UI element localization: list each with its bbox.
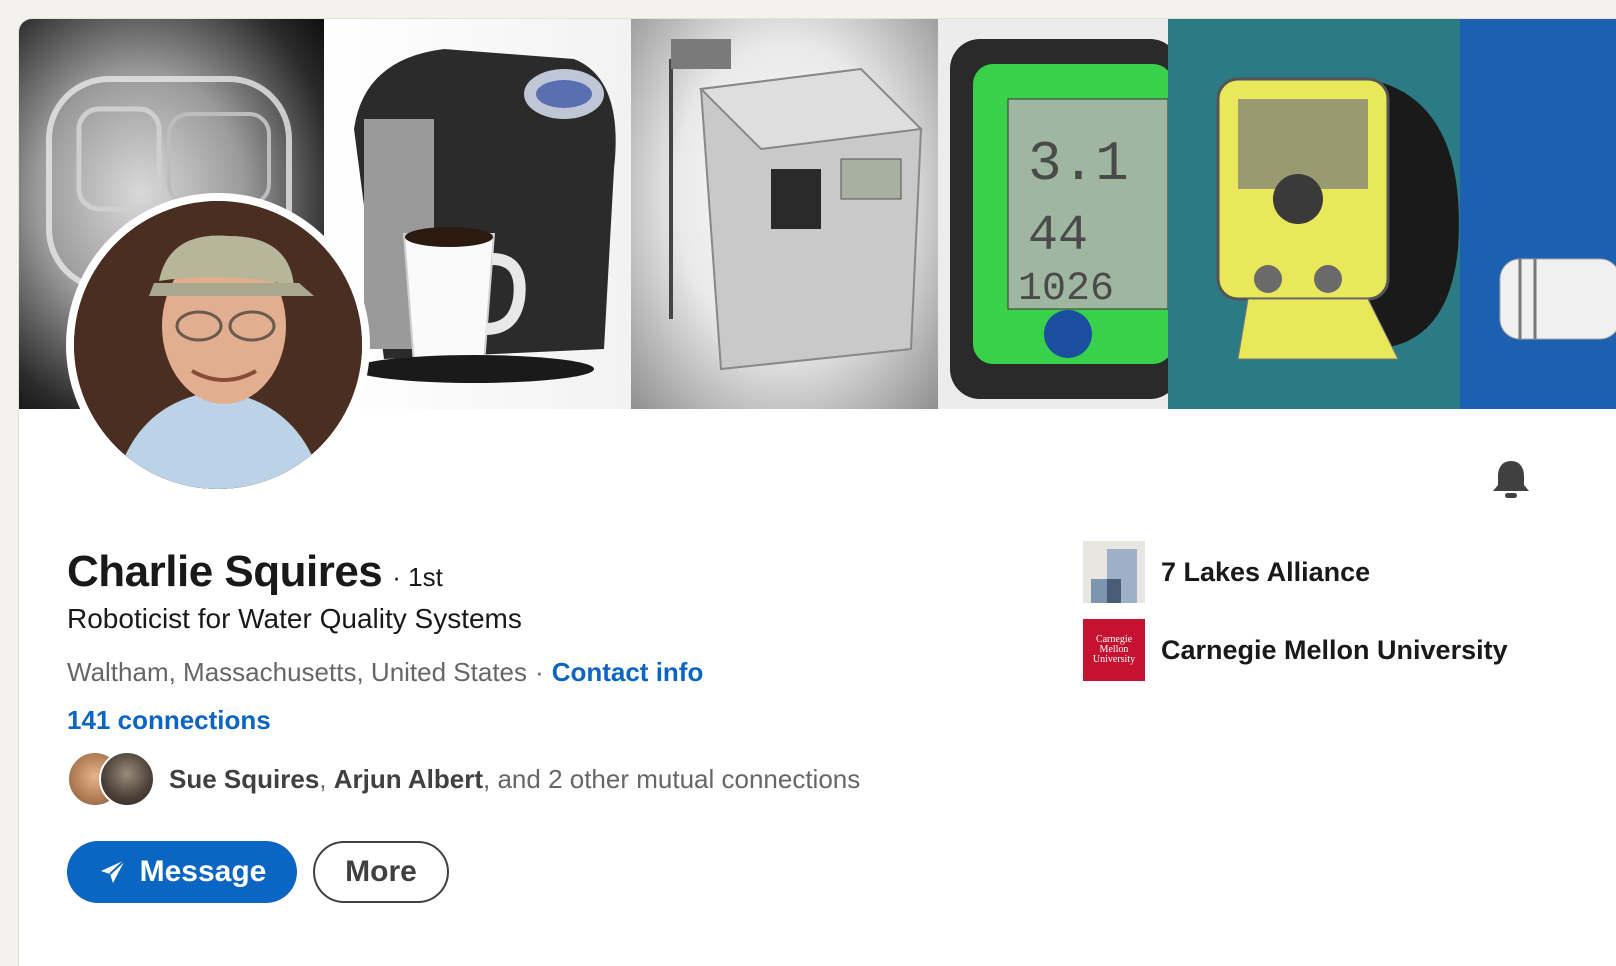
banner-image-coffee-maker xyxy=(324,19,631,409)
avatar xyxy=(99,751,155,807)
organization-name: Carnegie Mellon University xyxy=(1161,634,1508,665)
mutual-connections[interactable]: Sue Squires, Arjun Albert, and 2 other m… xyxy=(67,751,860,807)
svg-text:1026: 1026 xyxy=(1018,267,1114,312)
mutual-separator: , xyxy=(319,763,327,794)
message-button[interactable]: Message xyxy=(67,841,297,903)
connection-degree: · 1st xyxy=(392,562,443,592)
profile-card: 3.1 44 1026 Charlie Squires · 1st Roboti… xyxy=(18,18,1616,966)
lakes-logo-icon xyxy=(1083,541,1145,603)
organization-name: 7 Lakes Alliance xyxy=(1161,556,1371,587)
profile-name: Charlie Squires xyxy=(67,547,383,596)
mutual-name: Sue Squires xyxy=(169,763,320,794)
connections-link[interactable]: 141 connections xyxy=(67,705,271,736)
more-button[interactable]: More xyxy=(313,841,449,903)
profile-photo[interactable] xyxy=(66,193,370,497)
profile-location: Waltham, Massachusetts, United States xyxy=(67,657,528,687)
banner-image-lcd-display: 3.1 44 1026 xyxy=(938,19,1168,409)
location-separator: · xyxy=(535,657,544,687)
mutual-name: Arjun Albert xyxy=(333,763,484,794)
banner-image-pump xyxy=(1168,19,1460,409)
mutual-suffix: , and 2 other mutual connections xyxy=(483,763,861,794)
mutual-connections-text: Sue Squires, Arjun Albert, and 2 other m… xyxy=(169,764,860,795)
location-row: Waltham, Massachusetts, United States · … xyxy=(67,657,703,688)
profile-photo-image xyxy=(74,201,362,489)
paper-plane-icon xyxy=(100,859,126,883)
notification-bell-icon[interactable] xyxy=(1489,457,1533,501)
organization-carnegie-mellon[interactable]: Carnegie Mellon University Carnegie Mell… xyxy=(1083,619,1508,681)
message-button-label: Message xyxy=(139,855,267,888)
mutual-avatars xyxy=(67,751,155,807)
contact-info-link[interactable]: Contact info xyxy=(552,657,704,688)
profile-headline: Roboticist for Water Quality Systems xyxy=(67,603,522,634)
svg-text:3.1: 3.1 xyxy=(1028,132,1129,196)
name-row: Charlie Squires · 1st xyxy=(67,547,443,597)
banner-image-sampler xyxy=(631,19,938,409)
organization-7-lakes-alliance[interactable]: 7 Lakes Alliance xyxy=(1083,541,1370,603)
cmu-logo-icon: Carnegie Mellon University xyxy=(1083,619,1145,681)
more-button-label: More xyxy=(345,855,417,888)
banner-image-valve xyxy=(1460,19,1616,409)
svg-text:44: 44 xyxy=(1028,208,1088,265)
